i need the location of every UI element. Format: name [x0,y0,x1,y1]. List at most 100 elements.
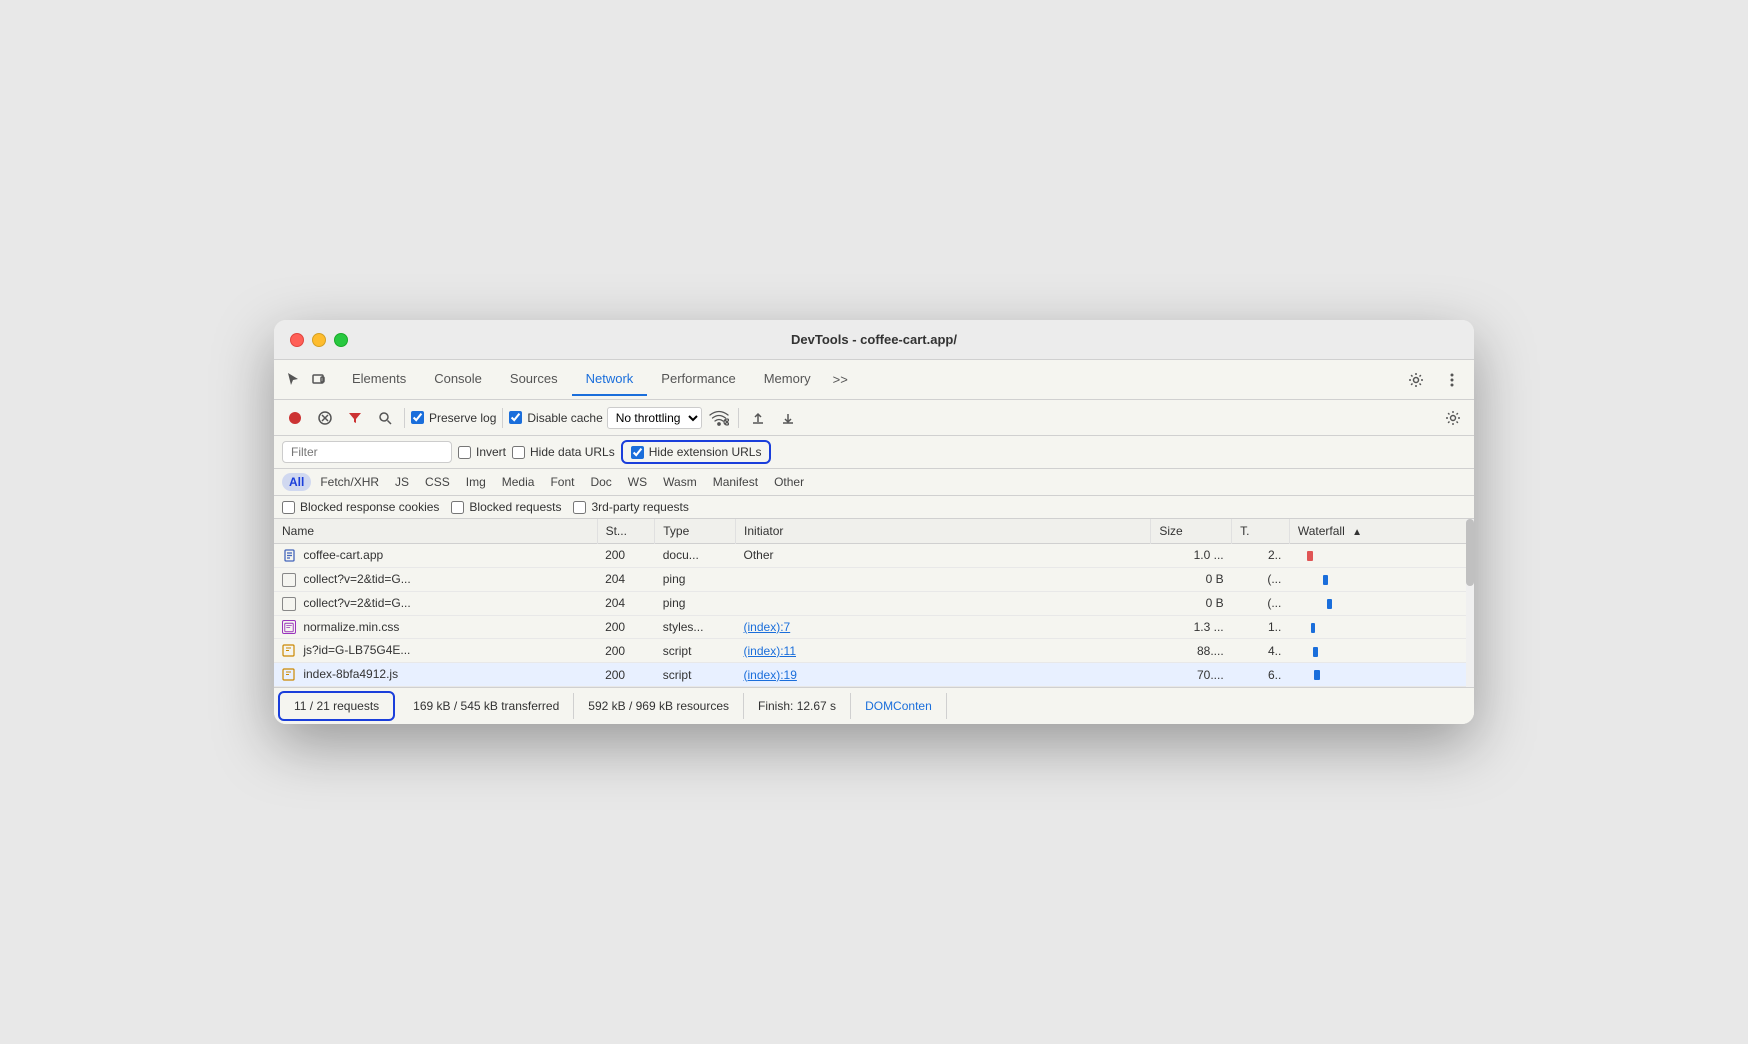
throttle-select[interactable]: No throttling Fast 3G Slow 3G Offline [607,407,702,429]
type-filter-wasm[interactable]: Wasm [656,473,704,491]
row-initiator[interactable]: (index):11 [736,639,1151,663]
row-name: coffee-cart.app [274,544,597,568]
invert-input[interactable] [458,446,471,459]
row-status: 200 [597,615,655,639]
minimize-button[interactable] [312,333,326,347]
type-filter-doc[interactable]: Doc [583,473,618,491]
maximize-button[interactable] [334,333,348,347]
third-party-checkbox[interactable]: 3rd-party requests [573,500,688,514]
initiator-link[interactable]: (index):19 [744,668,797,682]
row-initiator[interactable]: (index):19 [736,663,1151,687]
col-header-type[interactable]: Type [655,519,736,544]
waterfall-bar [1327,599,1332,609]
initiator-link[interactable]: (index):11 [744,644,796,658]
tab-bar-icons [282,369,330,391]
invert-checkbox[interactable]: Invert [458,445,506,459]
filter-input[interactable] [282,441,452,463]
blocked-cookies-input[interactable] [282,501,295,514]
type-filter-js[interactable]: JS [388,473,416,491]
window-title: DevTools - coffee-cart.app/ [791,332,957,347]
preserve-log-input[interactable] [411,411,424,424]
row-name: collect?v=2&tid=G... [274,567,597,591]
row-type: script [655,639,736,663]
device-toolbar-icon[interactable] [308,369,330,391]
more-options-icon[interactable] [1438,366,1466,394]
disable-cache-input[interactable] [509,411,522,424]
col-header-status[interactable]: St... [597,519,655,544]
row-size: 0 B [1151,591,1232,615]
tab-network[interactable]: Network [572,363,648,396]
scrollbar-thumb[interactable] [1466,519,1474,586]
hide-extension-urls-checkbox[interactable]: Hide extension URLs [621,440,772,464]
type-filter-font[interactable]: Font [543,473,581,491]
waterfall-bar [1311,623,1315,633]
clear-button[interactable] [312,405,338,431]
row-status: 200 [597,663,655,687]
row-waterfall [1289,544,1474,568]
search-button[interactable] [372,405,398,431]
record-button[interactable] [282,405,308,431]
type-filter-css[interactable]: CSS [418,473,457,491]
upload-icon[interactable] [745,405,771,431]
hide-extension-urls-input[interactable] [631,446,644,459]
row-size: 1.0 ... [1151,544,1232,568]
col-header-initiator[interactable]: Initiator [736,519,1151,544]
doc-icon [282,549,296,563]
row-name: collect?v=2&tid=G... [274,591,597,615]
tab-sources[interactable]: Sources [496,363,572,396]
filter-bar: Invert Hide data URLs Hide extension URL… [274,436,1474,469]
col-header-time[interactable]: T. [1232,519,1290,544]
title-bar: DevTools - coffee-cart.app/ [274,320,1474,360]
network-settings-icon[interactable] [1440,405,1466,431]
table-body: coffee-cart.app 200 docu... Other 1.0 ..… [274,544,1474,687]
type-filter-img[interactable]: Img [459,473,493,491]
type-filter-media[interactable]: Media [495,473,542,491]
tab-console[interactable]: Console [420,363,496,396]
type-filter-all[interactable]: All [282,473,311,491]
disable-cache-checkbox[interactable]: Disable cache [509,411,602,425]
settings-icon[interactable] [1402,366,1430,394]
tab-performance[interactable]: Performance [647,363,749,396]
tab-more-button[interactable]: >> [825,364,856,395]
type-filter-ws[interactable]: WS [621,473,654,491]
hide-data-urls-checkbox[interactable]: Hide data URLs [512,445,615,459]
tab-elements[interactable]: Elements [338,363,420,396]
tab-memory[interactable]: Memory [750,363,825,396]
col-header-name[interactable]: Name [274,519,597,544]
row-type: script [655,663,736,687]
table-row[interactable]: collect?v=2&tid=G... 204 ping 0 B (... [274,567,1474,591]
initiator-link[interactable]: (index):7 [744,620,791,634]
col-header-size[interactable]: Size [1151,519,1232,544]
table-row[interactable]: js?id=G-LB75G4E... 200 script (index):11… [274,639,1474,663]
download-icon[interactable] [775,405,801,431]
table-row[interactable]: index-8bfa4912.js 200 script (index):19 … [274,663,1474,687]
network-table-container: Name St... Type Initiator Size T. Waterf… [274,519,1474,687]
row-size: 70.... [1151,663,1232,687]
toolbar-separator-1 [404,408,405,428]
hide-data-urls-input[interactable] [512,446,525,459]
row-initiator [736,591,1151,615]
blocked-cookies-checkbox[interactable]: Blocked response cookies [282,500,439,514]
table-row[interactable]: coffee-cart.app 200 docu... Other 1.0 ..… [274,544,1474,568]
table-row[interactable]: collect?v=2&tid=G... 204 ping 0 B (... [274,591,1474,615]
third-party-input[interactable] [573,501,586,514]
close-button[interactable] [290,333,304,347]
blocked-requests-checkbox[interactable]: Blocked requests [451,500,561,514]
table-row[interactable]: normalize.min.css 200 styles... (index):… [274,615,1474,639]
dom-content-loaded: DOMConten [851,693,947,719]
col-header-waterfall[interactable]: Waterfall ▲ [1289,519,1474,544]
scrollbar-track[interactable] [1466,519,1474,687]
type-filter-other[interactable]: Other [767,473,811,491]
blocked-requests-input[interactable] [451,501,464,514]
js-icon [282,668,296,682]
type-filter-fetch-xhr[interactable]: Fetch/XHR [313,473,386,491]
preserve-log-checkbox[interactable]: Preserve log [411,411,496,425]
cursor-icon[interactable] [282,369,304,391]
filter-button[interactable] [342,405,368,431]
wifi-settings-icon[interactable] [706,405,732,431]
row-initiator[interactable]: (index):7 [736,615,1151,639]
row-waterfall [1289,663,1474,687]
toolbar-separator-3 [738,408,739,428]
row-waterfall [1289,639,1474,663]
type-filter-manifest[interactable]: Manifest [706,473,765,491]
